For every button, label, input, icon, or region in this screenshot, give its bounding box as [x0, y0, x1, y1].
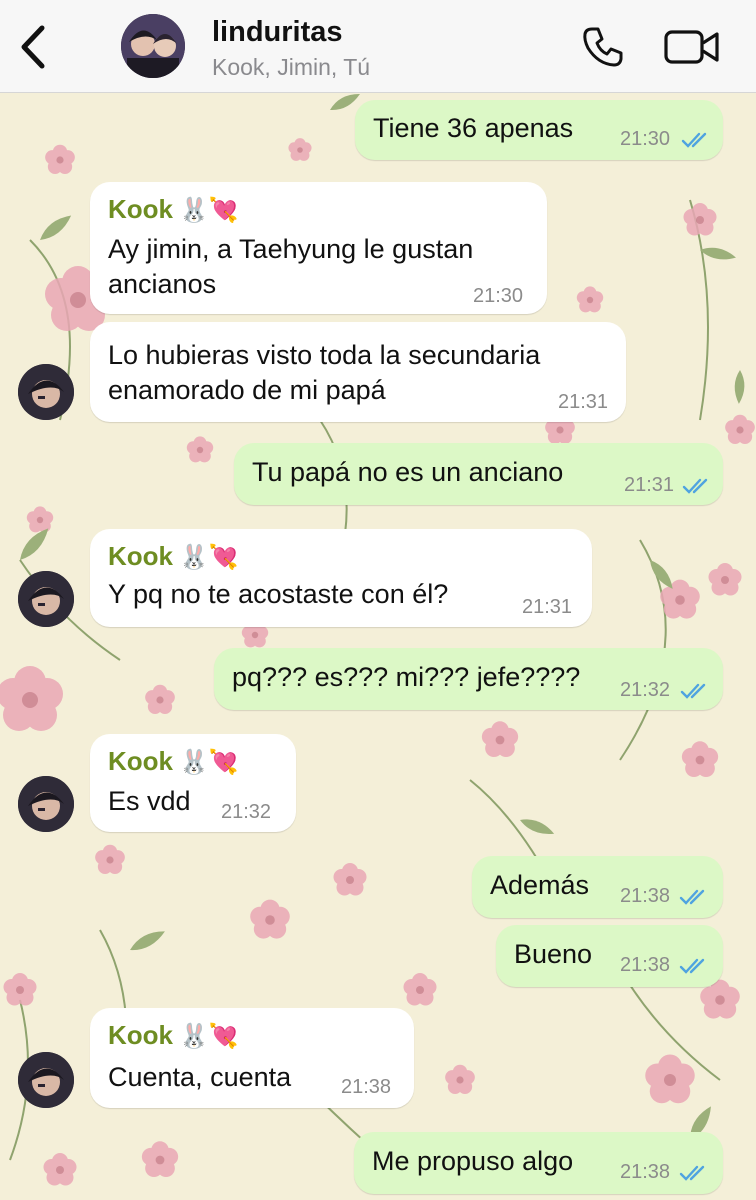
message-text-line: Lo hubieras visto toda la secundaria: [108, 340, 541, 370]
message-time: 21:30: [620, 128, 671, 150]
message-time: 21:31: [522, 596, 573, 618]
read-receipt-icon: [679, 889, 705, 905]
sender-emoji: 🐰💘: [179, 749, 239, 776]
video-camera-icon[interactable]: [663, 26, 721, 68]
incoming-message[interactable]: Kook 🐰💘 Cuenta, cuenta 21:38: [90, 1008, 414, 1108]
message-time: 21:38: [341, 1076, 392, 1098]
message-time: 21:32: [221, 801, 272, 823]
message-time: 21:38: [620, 885, 671, 907]
read-receipt-icon: [679, 958, 705, 974]
message-text: Me propuso algo: [372, 1146, 574, 1176]
message-text-line: ancianos: [108, 269, 217, 299]
message-text: Bueno: [514, 939, 593, 969]
read-receipt-icon: [682, 478, 708, 494]
sender-name: Kook 🐰💘: [108, 541, 239, 572]
chat-participants[interactable]: Kook, Jimin, Tú: [212, 54, 370, 81]
outgoing-message[interactable]: Me propuso algo 21:38: [354, 1132, 723, 1194]
sender-label: Kook: [108, 746, 173, 776]
message-text: Es vdd: [108, 786, 191, 816]
read-receipt-icon: [680, 683, 706, 699]
outgoing-message[interactable]: Bueno 21:38: [496, 925, 723, 987]
sender-avatar[interactable]: [18, 776, 74, 832]
phone-icon[interactable]: [580, 24, 626, 70]
message-time: 21:31: [558, 391, 609, 413]
sender-avatar[interactable]: [18, 1052, 74, 1108]
outgoing-message[interactable]: pq??? es??? mi??? jefe???? 21:32: [214, 648, 723, 710]
group-avatar[interactable]: [121, 14, 185, 78]
sender-label: Kook: [108, 1020, 173, 1050]
sender-emoji: 🐰💘: [179, 197, 239, 224]
chat-title[interactable]: linduritas: [212, 16, 343, 49]
sender-name: Kook 🐰💘: [108, 1020, 239, 1051]
read-receipt-icon: [681, 132, 707, 148]
message-text: Además: [490, 870, 590, 900]
sender-avatar[interactable]: [18, 571, 74, 627]
message-time: 21:31: [624, 474, 675, 496]
incoming-message[interactable]: Lo hubieras visto toda la secundaria ena…: [90, 322, 626, 422]
message-text: pq??? es??? mi??? jefe????: [232, 662, 581, 692]
sender-avatar[interactable]: [18, 364, 74, 420]
message-text: Tiene 36 apenas: [373, 113, 574, 143]
read-receipt-icon: [679, 1165, 705, 1181]
message-text: Cuenta, cuenta: [108, 1062, 292, 1092]
outgoing-message[interactable]: Tu papá no es un anciano 21:31: [234, 443, 723, 505]
back-chevron-icon[interactable]: [14, 22, 54, 72]
message-text: Y pq no te acostaste con él?: [108, 579, 449, 609]
outgoing-message[interactable]: Además 21:38: [472, 856, 723, 918]
message-time: 21:30: [473, 285, 524, 307]
incoming-message[interactable]: Kook 🐰💘 Y pq no te acostaste con él? 21:3…: [90, 529, 592, 627]
sender-name: Kook 🐰💘: [108, 746, 239, 777]
sender-label: Kook: [108, 541, 173, 571]
chat-header: linduritas Kook, Jimin, Tú: [0, 0, 756, 93]
incoming-message[interactable]: Kook 🐰💘 Ay jimin, a Taehyung le gustan an…: [90, 182, 547, 314]
sender-name: Kook 🐰💘: [108, 194, 239, 225]
message-text: Tu papá no es un anciano: [252, 457, 564, 487]
sender-emoji: 🐰💘: [179, 1023, 239, 1050]
message-time: 21:32: [620, 679, 671, 701]
sender-label: Kook: [108, 194, 173, 224]
outgoing-message[interactable]: Tiene 36 apenas 21:30: [355, 100, 723, 160]
message-time: 21:38: [620, 1161, 671, 1183]
message-text-line: enamorado de mi papá: [108, 375, 386, 405]
incoming-message[interactable]: Kook 🐰💘 Es vdd 21:32: [90, 734, 296, 832]
message-time: 21:38: [620, 954, 671, 976]
sender-emoji: 🐰💘: [179, 544, 239, 571]
message-text-line: Ay jimin, a Taehyung le gustan: [108, 234, 474, 264]
